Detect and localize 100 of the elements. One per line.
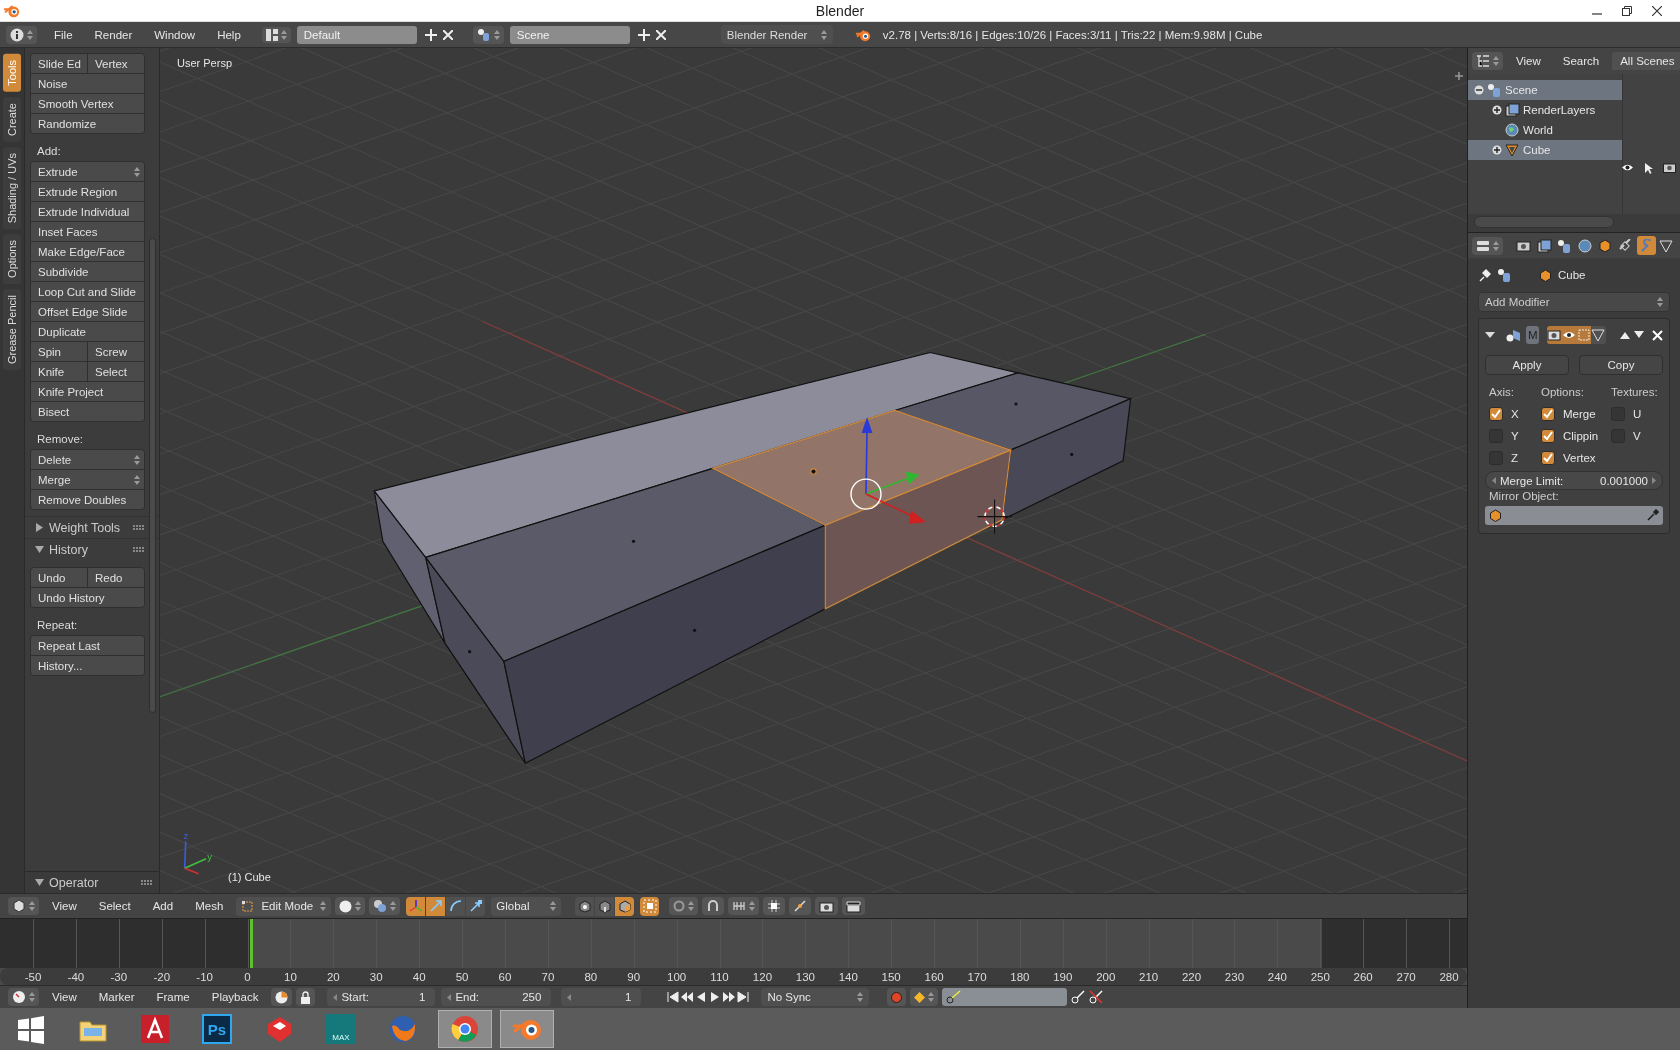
- snap-align-button[interactable]: [789, 897, 812, 915]
- keying-set-field[interactable]: [942, 988, 1068, 1006]
- tool-button[interactable]: Inset Faces: [31, 222, 144, 241]
- panel-header[interactable]: History: [49, 542, 88, 557]
- manipulator-toggle[interactable]: [406, 896, 426, 916]
- menu-item[interactable]: Add: [143, 900, 183, 912]
- drag-handle-icon[interactable]: [133, 546, 145, 553]
- tool-button[interactable]: Make Edge/Face: [31, 242, 144, 261]
- end-frame-field[interactable]: End: 250: [441, 988, 552, 1006]
- select-mode-button[interactable]: [615, 896, 635, 916]
- letter-a-logo-icon[interactable]: [140, 1014, 170, 1044]
- drag-handle-icon[interactable]: [141, 879, 153, 886]
- tab[interactable]: Options: [3, 234, 21, 284]
- tool-button[interactable]: Extrude Region: [31, 182, 144, 201]
- tab[interactable]: Shading / UVs: [3, 146, 21, 230]
- info-icon[interactable]: [10, 27, 24, 42]
- tool-button[interactable]: Loop Cut and Slide: [31, 282, 144, 301]
- select-mode-button[interactable]: [575, 896, 595, 916]
- checkbox[interactable]: [1489, 407, 1503, 421]
- move-up-icon[interactable]: [1620, 331, 1630, 339]
- round-logo-icon[interactable]: [450, 1014, 480, 1044]
- editor-type-dropdown[interactable]: [1472, 236, 1503, 255]
- tool-button[interactable]: Screw: [88, 342, 144, 361]
- snap-target-button[interactable]: [763, 897, 786, 915]
- dropdown-button[interactable]: Merge: [31, 470, 144, 489]
- playhead[interactable]: [249, 919, 253, 968]
- tool-button[interactable]: Spin: [31, 342, 87, 361]
- panel-header[interactable]: Weight Tools: [49, 520, 121, 535]
- render-button[interactable]: [815, 897, 839, 915]
- checkbox[interactable]: [1541, 429, 1555, 443]
- panel-header[interactable]: Operator: [49, 875, 99, 890]
- tool-button[interactable]: Duplicate: [31, 322, 144, 341]
- editor-type-dropdown[interactable]: [1472, 52, 1503, 70]
- shading-dropdown[interactable]: [335, 897, 366, 915]
- menu-item[interactable]: Render: [83, 28, 144, 41]
- action-button[interactable]: Apply: [1485, 355, 1569, 375]
- editor-type-dropdown[interactable]: [8, 988, 39, 1006]
- tool-button[interactable]: Repeat Last: [31, 636, 144, 655]
- tab[interactable]: Grease Pencil: [3, 288, 21, 371]
- frame-ruler[interactable]: -50 -40 -30 -20 -10 0 10 20 30 40 50 60 70 80 90 100 110 120 130 140 150 160 170 180 190 200 210 220 230 240 250 260 270 280: [0, 968, 1467, 985]
- orientation-dropdown[interactable]: Global: [491, 896, 562, 916]
- tool-button[interactable]: Vertex: [88, 54, 144, 73]
- tool-button[interactable]: Undo History: [31, 588, 144, 607]
- scene-dropdown[interactable]: [472, 25, 504, 44]
- fast-forward-icon[interactable]: [723, 991, 736, 1003]
- menu-item[interactable]: View: [43, 900, 86, 912]
- tab[interactable]: Create: [3, 96, 21, 142]
- cursor-icon[interactable]: [976, 498, 1013, 535]
- pin-icon[interactable]: [1478, 268, 1491, 282]
- windows-logo-icon[interactable]: [16, 1014, 46, 1044]
- render-engine-dropdown[interactable]: Blender Render: [720, 25, 833, 44]
- jump-end-icon[interactable]: [737, 991, 750, 1003]
- menu-item[interactable]: Frame: [147, 991, 199, 1003]
- checkbox[interactable]: [1541, 407, 1555, 421]
- menu-item[interactable]: View: [43, 991, 86, 1003]
- tool-button[interactable]: History...: [31, 656, 144, 675]
- tree-item[interactable]: World: [1523, 124, 1553, 136]
- insert-key-icon[interactable]: [1071, 990, 1086, 1004]
- menu-item[interactable]: View: [1507, 55, 1550, 67]
- app-icon[interactable]: Ps: [202, 1014, 232, 1044]
- dropdown-button[interactable]: Extrude: [31, 162, 144, 181]
- tool-button[interactable]: Noise: [31, 74, 144, 93]
- display-toggle[interactable]: [1576, 326, 1591, 344]
- properties-tab[interactable]: [1535, 236, 1554, 255]
- preview-range-toggle[interactable]: [271, 988, 293, 1006]
- merge-limit-field[interactable]: Merge Limit: 0.001000: [1485, 471, 1663, 490]
- manipulator-toggle[interactable]: [426, 896, 446, 916]
- tool-button[interactable]: Undo: [31, 568, 87, 587]
- right-arrow-icon[interactable]: [1652, 477, 1656, 484]
- menu-item[interactable]: Select: [89, 900, 140, 912]
- select-mode-button[interactable]: [595, 896, 615, 916]
- action-button[interactable]: Copy: [1579, 355, 1663, 375]
- snap-toggle[interactable]: [702, 897, 725, 915]
- proportional-dropdown[interactable]: [669, 897, 699, 915]
- menu-item[interactable]: Mesh: [186, 900, 233, 912]
- tool-button[interactable]: Remove Doubles: [31, 490, 144, 509]
- rewind-icon[interactable]: [681, 991, 694, 1003]
- menu-item[interactable]: Playback: [202, 991, 268, 1003]
- pointer-icon[interactable]: [1644, 162, 1653, 174]
- snap-dropdown[interactable]: [728, 897, 760, 915]
- filter-dropdown[interactable]: All Scenes: [1612, 52, 1680, 70]
- display-toggle[interactable]: [1547, 326, 1562, 344]
- mirror-object-field[interactable]: [1485, 506, 1663, 525]
- tool-button[interactable]: Knife Project: [31, 382, 144, 401]
- menu-item[interactable]: Help: [206, 28, 252, 41]
- tree-item[interactable]: Scene: [1505, 84, 1538, 96]
- drag-handle-icon[interactable]: [133, 524, 145, 531]
- current-frame-field[interactable]: 1: [561, 988, 642, 1006]
- tool-button[interactable]: Smooth Vertex: [31, 94, 144, 113]
- menu-item[interactable]: File: [43, 28, 84, 41]
- tool-button[interactable]: Subdivide: [31, 262, 144, 281]
- collapsed-triangle-icon[interactable]: [35, 523, 44, 532]
- expand-icon[interactable]: [1492, 105, 1502, 115]
- tool-button[interactable]: Redo: [88, 568, 144, 587]
- jump-start-icon[interactable]: [667, 991, 680, 1003]
- taskbar-button[interactable]: [500, 1010, 554, 1048]
- tool-button[interactable]: Slide Ed: [31, 54, 87, 73]
- tree-item[interactable]: RenderLayers: [1523, 104, 1596, 116]
- menu-item[interactable]: Search: [1553, 55, 1609, 67]
- tool-button[interactable]: Offset Edge Slide: [31, 302, 144, 321]
